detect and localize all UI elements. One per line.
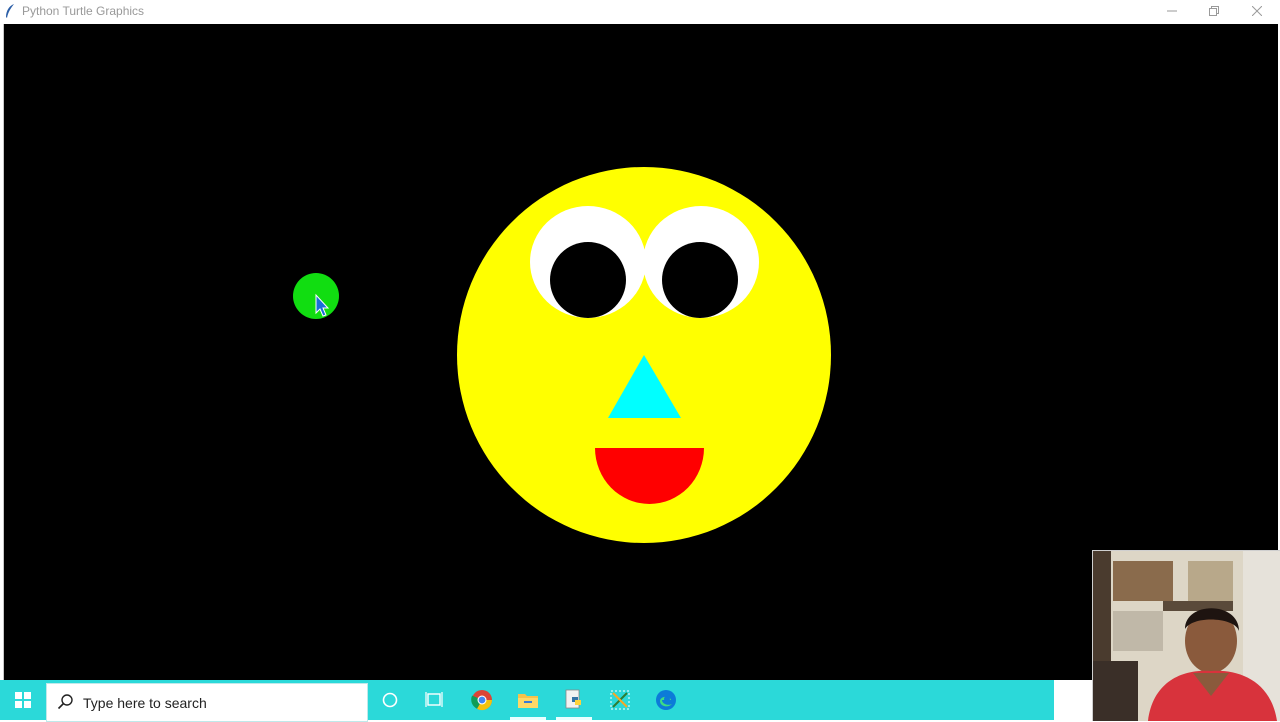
snipping-tool-icon[interactable] xyxy=(608,688,632,712)
webcam-overlay xyxy=(1092,550,1280,721)
feather-app-icon xyxy=(6,4,14,18)
window-title: Python Turtle Graphics xyxy=(22,4,145,18)
restore-button[interactable] xyxy=(1192,0,1236,22)
restore-icon xyxy=(1209,6,1219,16)
file-explorer-icon[interactable] xyxy=(516,688,540,712)
taskbar-search-box[interactable]: Type here to search xyxy=(46,683,368,722)
close-icon xyxy=(1252,6,1262,16)
left-pupil xyxy=(550,242,626,318)
chrome-icon[interactable] xyxy=(470,688,494,712)
close-button[interactable] xyxy=(1235,0,1279,22)
task-view-icon[interactable] xyxy=(422,688,446,712)
windows-taskbar: Type here to search xyxy=(0,680,1054,722)
start-button[interactable] xyxy=(0,680,46,720)
window-title-bar: Python Turtle Graphics xyxy=(0,0,1280,22)
windows-start-icon xyxy=(15,692,31,708)
minimize-button[interactable] xyxy=(1150,0,1194,22)
right-pupil xyxy=(662,242,738,318)
search-icon xyxy=(57,694,73,710)
turtle-canvas[interactable] xyxy=(3,24,1278,680)
turtle-drawing xyxy=(293,167,831,543)
search-placeholder: Type here to search xyxy=(83,695,207,711)
edge-icon[interactable] xyxy=(654,688,678,712)
cortana-icon[interactable] xyxy=(378,688,402,712)
minimize-icon xyxy=(1167,10,1177,12)
python-icon[interactable] xyxy=(562,688,586,712)
webcam-person-image xyxy=(1093,551,1280,721)
